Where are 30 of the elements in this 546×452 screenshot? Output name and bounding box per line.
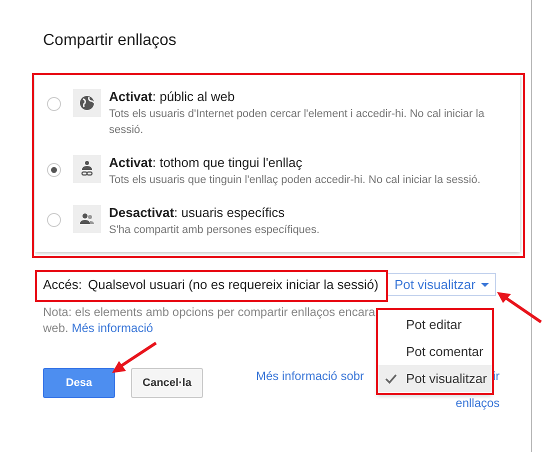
help-link[interactable]: ir [493, 368, 500, 385]
menu-item[interactable]: Pot comentar [377, 338, 492, 365]
globe-icon [73, 89, 101, 117]
save-button[interactable]: Desa [43, 368, 115, 398]
access-label: Accés: [43, 277, 82, 292]
radio-button[interactable] [47, 163, 61, 177]
radio-button[interactable] [47, 213, 61, 227]
menu-item[interactable]: Pot visualitzar [377, 365, 492, 392]
people-icon [73, 205, 101, 233]
access-value: Qualsevol usuari (no es requereix iniciar la sessió) [88, 277, 378, 292]
more-info-link[interactable]: Més informació [72, 321, 154, 335]
option-description: Tots els usuaris que tinguin l'enllaç poden accedir-hi. No cal iniciar la sessió. [109, 173, 480, 188]
permission-dropdown[interactable]: Pot visualitzar [387, 273, 496, 296]
arrow [495, 289, 545, 325]
help-link[interactable]: enllaços [456, 395, 500, 412]
radio-button[interactable] [47, 97, 61, 111]
option-title: Activat: públic al web [109, 89, 236, 104]
cancel-button[interactable]: Cancel·la [131, 368, 203, 398]
note-text: Nota: els elements amb opcions per compartir enllaços encara [43, 304, 376, 320]
menu-item[interactable]: Pot editar [377, 311, 492, 338]
option-title: Desactivat: usuaris específics [109, 205, 286, 220]
option-title: Activat: tothom que tingui l'enllaç [109, 155, 304, 170]
arrow [110, 340, 160, 376]
caret-icon [481, 282, 490, 286]
note-text: web. [43, 321, 68, 335]
person-link-icon [73, 155, 101, 183]
check-icon [385, 374, 397, 384]
option-description: Tots els usuaris d'Internet poden cercar l'element i accedir-hi. No cal iniciar la sessió. [109, 107, 486, 138]
option-description: S'ha compartit amb persones específiques. [109, 223, 320, 238]
dialog-title: Compartir enllaços [43, 32, 178, 50]
